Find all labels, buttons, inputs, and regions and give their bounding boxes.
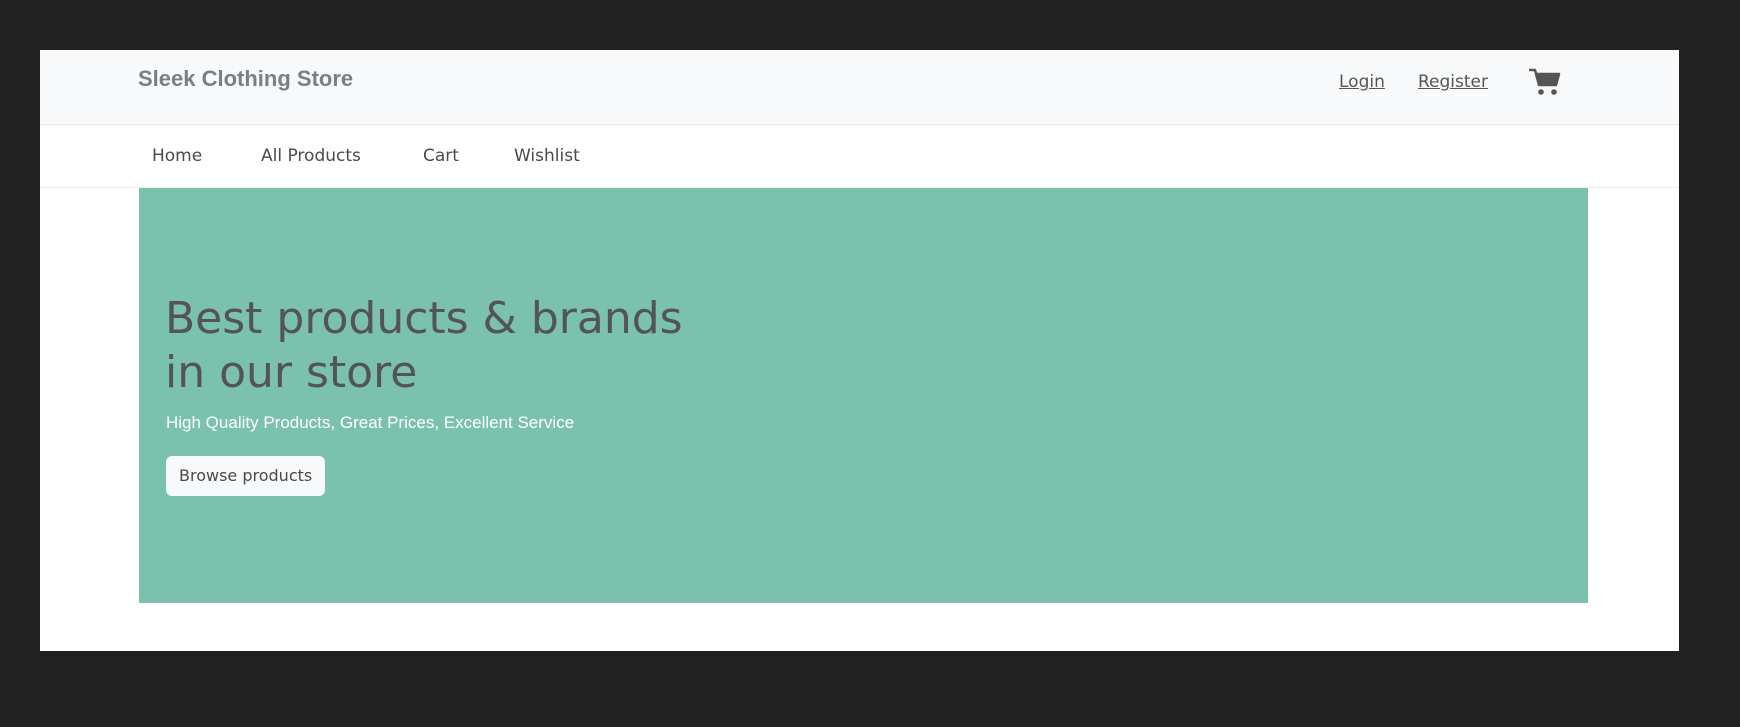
login-link[interactable]: Login [1339, 70, 1385, 94]
top-header: Sleek Clothing Store Login Register [40, 50, 1679, 125]
hero-banner: Best products & brands in our store High… [139, 188, 1588, 603]
nav-wishlist[interactable]: Wishlist [514, 144, 580, 168]
browse-products-button[interactable]: Browse products [166, 456, 326, 496]
store-page: Sleek Clothing Store Login Register Home… [40, 50, 1679, 651]
nav-all-products[interactable]: All Products [261, 144, 361, 168]
main-navigation: Home All Products Cart Wishlist [40, 125, 1679, 188]
nav-cart[interactable]: Cart [423, 144, 459, 168]
shopping-cart-icon[interactable] [1529, 67, 1561, 97]
hero-subtitle: High Quality Products, Great Prices, Exc… [166, 413, 575, 432]
hero-title: Best products & brands in our store [165, 293, 683, 398]
nav-home[interactable]: Home [152, 144, 202, 168]
register-link[interactable]: Register [1418, 70, 1488, 94]
brand-logo-text[interactable]: Sleek Clothing Store [138, 65, 353, 93]
